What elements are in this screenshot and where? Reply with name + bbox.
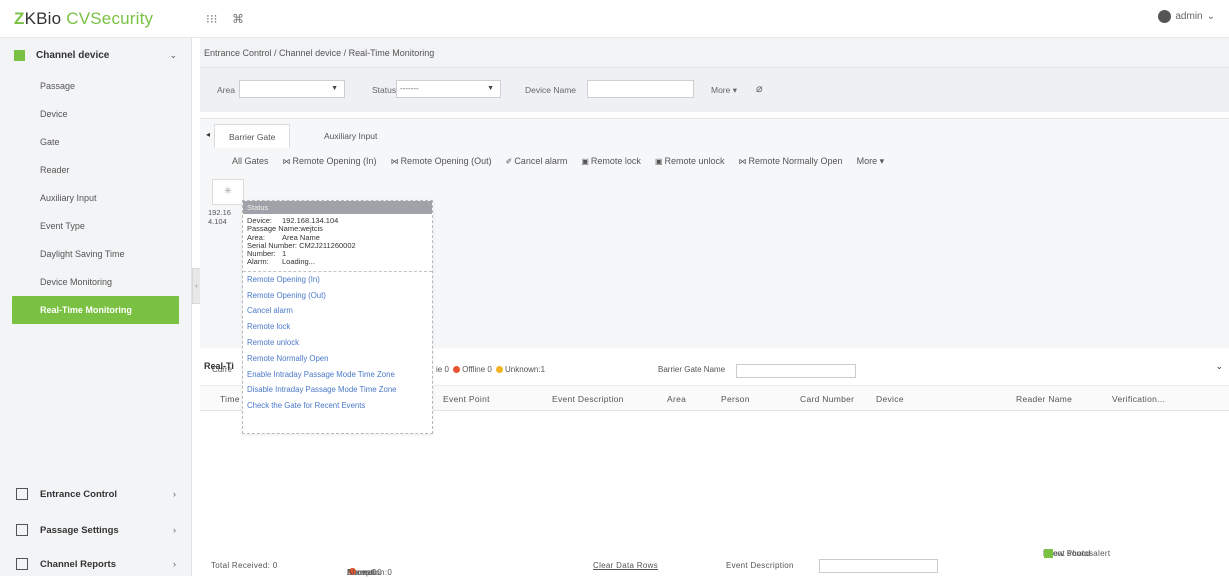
- more-filters-button[interactable]: More ▾: [711, 85, 737, 96]
- module-passage-settings[interactable]: Passage Settings ›: [0, 516, 192, 544]
- col-area[interactable]: Area: [667, 394, 686, 404]
- area-select[interactable]: ▼: [239, 80, 345, 98]
- toolbar-more-button[interactable]: More ▾: [857, 156, 885, 167]
- sidebar-item-gate[interactable]: Gate: [0, 128, 191, 156]
- sidebar: Channel device ⌄ Passage Device Gate Rea…: [0, 38, 192, 576]
- col-person[interactable]: Person: [721, 394, 750, 404]
- all-gates-button[interactable]: All Gates: [232, 156, 269, 167]
- gate-toolbar: All Gates ⋈ Remote Opening (In) ⋈ Remote O…: [232, 156, 884, 167]
- remote-open-icon: ⋈: [738, 157, 747, 166]
- remote-normally-open-button[interactable]: ⋈ Remote Normally Open: [739, 156, 843, 167]
- breadcrumb: Entrance Control / Channel device / Real…: [200, 38, 1229, 68]
- popup-remote-lock[interactable]: Remote lock: [243, 319, 432, 335]
- popup-remote-opening-in[interactable]: Remote Opening (In): [243, 272, 432, 288]
- tab-auxiliary-input[interactable]: Auxiliary Input: [310, 124, 391, 148]
- command-icon[interactable]: ⌘: [232, 12, 244, 26]
- lock-icon: ▣: [581, 157, 589, 166]
- info-number: Number: 1: [247, 249, 287, 259]
- sidebar-item-device[interactable]: Device: [0, 100, 191, 128]
- chevron-down-icon: ⌄: [169, 49, 177, 60]
- popup-info: Device: 192.168.134.104 Passage Name:wejt…: [243, 214, 432, 272]
- loading-spinner-icon: ✳: [212, 179, 244, 205]
- status-select[interactable]: ------- ▼: [396, 80, 501, 98]
- col-event-description[interactable]: Event Description: [552, 394, 624, 404]
- remote-unlock-button[interactable]: ▣ Remote unlock: [655, 156, 725, 167]
- user-name: admin: [1175, 11, 1203, 22]
- sidebar-item-reader[interactable]: Reader: [0, 156, 191, 184]
- top-bar: ZKBio CVSecurity ⁝⁝⁝ ⌘ admin ⌄: [0, 0, 1229, 38]
- sidebar-item-passage[interactable]: Passage: [0, 72, 191, 100]
- chevron-right-icon: ›: [172, 558, 176, 570]
- tab-barrier-gate[interactable]: Barrier Gate: [214, 124, 291, 148]
- clear-data-rows-link[interactable]: Clear Data Rows: [593, 561, 658, 570]
- gate-status-popup: Status Device: 192.168.134.104 Passage Na…: [242, 200, 433, 434]
- popup-remote-normally-open[interactable]: Remote Normally Open: [243, 351, 432, 367]
- area-label: Area: [217, 85, 235, 95]
- filter-bar: Area ▼ Status ------- ▼ Device Name More …: [200, 68, 1229, 112]
- info-passage-name: Passage Name:wejtcis: [247, 224, 323, 234]
- popup-header: Status: [243, 201, 432, 214]
- module-entrance-control[interactable]: Entrance Control ›: [0, 480, 192, 508]
- cancel-alarm-icon: ✐: [505, 157, 513, 166]
- sidebar-item-device-monitoring[interactable]: Device Monitoring: [0, 268, 191, 296]
- tab-scroll-left-icon[interactable]: ◂: [206, 130, 210, 139]
- col-reader-name[interactable]: Reader Name: [1016, 394, 1072, 404]
- sidebar-item-auxiliary-input[interactable]: Auxiliary Input: [0, 184, 191, 212]
- popup-enable-intraday-passage-mode[interactable]: Enable Intraday Passage Mode Time Zone: [243, 367, 432, 383]
- sidebar-item-real-time-monitoring[interactable]: Real-Time Monitoring: [12, 296, 179, 324]
- event-description-input[interactable]: [819, 559, 938, 573]
- unlock-icon: ▣: [654, 157, 663, 166]
- col-device[interactable]: Device: [876, 394, 904, 404]
- clear-filter-icon[interactable]: ⌀: [756, 82, 763, 95]
- entrance-control-icon: [16, 488, 28, 500]
- chevron-right-icon: ›: [172, 524, 176, 536]
- event-description-label: Event Description: [726, 561, 794, 570]
- chevron-right-icon: ›: [172, 488, 176, 500]
- user-avatar-icon: [1158, 10, 1172, 23]
- user-menu[interactable]: admin ⌄: [1158, 10, 1215, 23]
- col-verification[interactable]: Verification...: [1112, 394, 1165, 404]
- cancel-alarm-button[interactable]: ✐ Cancel alarm: [506, 156, 568, 167]
- remote-open-icon: ⋈: [390, 157, 399, 166]
- module-label: Channel device: [36, 49, 110, 61]
- remote-open-icon: ⋈: [282, 157, 291, 166]
- module-channel-reports[interactable]: Channel Reports ›: [0, 550, 192, 578]
- module-channel-device[interactable]: Channel device ⌄: [0, 38, 191, 72]
- chevron-down-icon: ⌄: [1206, 11, 1215, 22]
- remote-lock-button[interactable]: ▣ Remote lock: [581, 156, 641, 167]
- grid-icon[interactable]: ⁝⁝⁝: [206, 12, 217, 26]
- popup-cancel-alarm[interactable]: Cancel alarm: [243, 303, 432, 319]
- popup-disable-intraday-passage-mode[interactable]: Disable Intraday Passage Mode Time Zone: [243, 382, 432, 398]
- event-footer: Total Received: 0 Normal:0 Exception:0 A…: [211, 549, 1111, 577]
- sidebar-item-event-type[interactable]: Event Type: [0, 212, 191, 240]
- chevron-down-icon[interactable]: ⌄: [1215, 356, 1223, 376]
- app-logo[interactable]: ZKBio CVSecurity: [14, 9, 153, 29]
- col-card-number[interactable]: Card Number: [800, 394, 854, 404]
- remote-opening-out-button[interactable]: ⋈ Remote Opening (Out): [391, 156, 492, 167]
- sidebar-item-daylight-saving-time[interactable]: Daylight Saving Time: [0, 240, 191, 268]
- total-received: Total Received: 0: [211, 561, 278, 570]
- device-name-label: Device Name: [525, 85, 577, 95]
- col-event-point[interactable]: Event Point: [443, 394, 490, 404]
- checkbox-checked-icon: [1044, 549, 1053, 558]
- channel-reports-icon: [16, 558, 28, 570]
- popup-remote-opening-out[interactable]: Remote Opening (Out): [243, 288, 432, 304]
- remote-opening-in-button[interactable]: ⋈ Remote Opening (In): [283, 156, 377, 167]
- passage-settings-icon: [16, 524, 28, 536]
- info-alarm: Alarm: Loading...: [247, 257, 315, 267]
- popup-check-recent-events[interactable]: Check the Gate for Recent Events: [243, 398, 432, 414]
- popup-remote-unlock[interactable]: Remote unlock: [243, 335, 432, 351]
- caret-down-icon: ▼: [331, 85, 338, 92]
- device-name-input[interactable]: [587, 80, 694, 98]
- caret-down-icon: ▼: [487, 85, 494, 92]
- channel-device-icon: [14, 49, 25, 61]
- status-label: Status: [372, 85, 397, 95]
- col-time[interactable]: Time: [220, 394, 240, 404]
